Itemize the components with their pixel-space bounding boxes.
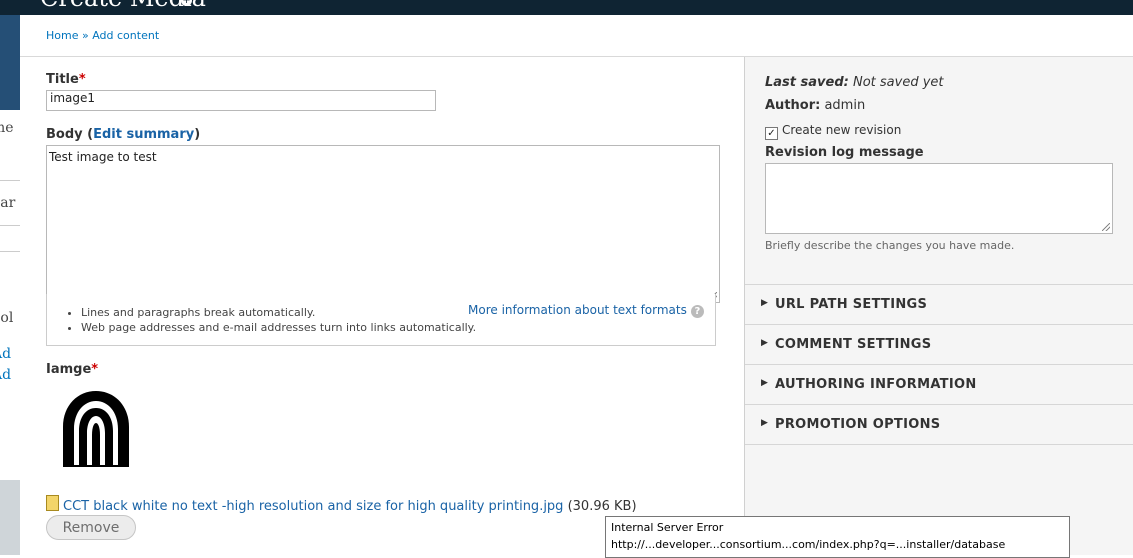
error-tooltip: Internal Server Error http://...develope… [605, 516, 1070, 558]
breadcrumb-home-link[interactable]: Home [46, 29, 78, 42]
section-label: COMMENT SETTINGS [775, 337, 932, 352]
background-divider [0, 225, 20, 226]
triangle-right-icon: ▶ [761, 338, 769, 348]
triangle-right-icon: ▶ [761, 378, 769, 388]
title-label: Title* [46, 72, 86, 87]
format-tips-list: Lines and paragraphs break automatically… [81, 306, 476, 336]
body-text: Test image to test [49, 150, 157, 164]
help-icon[interactable]: ? [690, 305, 704, 318]
toolbar-header: Create Media + [0, 0, 1133, 15]
background-divider [0, 251, 20, 252]
author-label: Author: [765, 98, 821, 113]
file-link[interactable]: CCT black white no text -high resolution… [63, 499, 563, 514]
background-divider [0, 180, 20, 181]
tooltip-url: http://...developer...consortium...com/i… [611, 538, 1006, 551]
section-promotion-options[interactable]: ▶ PROMOTION OPTIONS [745, 404, 1133, 445]
revision-log-textarea[interactable] [765, 163, 1113, 234]
background-text: ear [0, 195, 16, 211]
last-saved: Last saved: Not saved yet [765, 75, 944, 90]
required-marker: * [91, 362, 99, 377]
section-label: AUTHORING INFORMATION [775, 377, 977, 392]
background-text: ool [0, 310, 14, 326]
background-link: Ad [0, 346, 12, 362]
body-label: Body (Edit summary) [46, 127, 200, 142]
image-label: Iamge* [46, 362, 98, 377]
breadcrumb-add-content-link[interactable]: Add content [92, 29, 159, 42]
plus-circle-icon[interactable]: + [181, 0, 192, 6]
image-file-icon [46, 495, 59, 511]
background-link: Ad [0, 367, 12, 383]
background-content [0, 110, 20, 480]
title-input[interactable]: image1 [46, 90, 436, 111]
format-info-link[interactable]: More information about text formats [468, 303, 687, 317]
revision-log-label: Revision log message [765, 145, 924, 160]
create-revision-checkbox[interactable]: ✓ [765, 127, 778, 140]
text-format-tips: Lines and paragraphs break automatically… [46, 294, 716, 346]
sidebar-meta: Last saved: Not saved yet Author: admin … [744, 57, 1133, 555]
body-label-prefix: Body ( [46, 127, 94, 142]
triangle-right-icon: ▶ [761, 418, 769, 428]
format-tip: Web page addresses and e-mail addresses … [81, 321, 476, 334]
section-label: PROMOTION OPTIONS [775, 417, 941, 432]
image-thumbnail [46, 385, 146, 473]
create-revision-label[interactable]: Create new revision [782, 123, 901, 137]
resize-grip-icon[interactable] [1102, 223, 1110, 231]
author-value: admin [824, 98, 866, 113]
required-marker: * [78, 72, 86, 87]
author: Author: admin [765, 98, 865, 113]
title-label-text: Title [46, 72, 79, 87]
image-label-text: Iamge [46, 362, 92, 377]
section-label: URL PATH SETTINGS [775, 297, 928, 312]
tooltip-title: Internal Server Error [611, 521, 724, 534]
file-size: (30.96 KB) [567, 499, 637, 514]
body-label-suffix: ) [194, 127, 201, 142]
body-textarea[interactable]: Test image to test [46, 145, 720, 303]
background-text: me [0, 120, 14, 136]
create-revision-row: ✓ Create new revision [765, 123, 901, 140]
section-url-path-settings[interactable]: ▶ URL PATH SETTINGS [745, 284, 1133, 324]
edit-summary-link[interactable]: Edit summary [93, 127, 194, 142]
background-page: me ear ool Ad Ad [0, 15, 20, 555]
remove-button[interactable]: Remove [46, 515, 136, 540]
triangle-right-icon: ▶ [761, 298, 769, 308]
breadcrumb: Home » Add content [46, 29, 159, 42]
revision-log-hint: Briefly describe the changes you have ma… [765, 239, 1015, 252]
section-comment-settings[interactable]: ▶ COMMENT SETTINGS [745, 324, 1133, 364]
create-media-dialog: Home » Add content Title* image1 Body (E… [20, 15, 1133, 555]
last-saved-value: Not saved yet [852, 75, 944, 90]
breadcrumb-separator: » [81, 29, 89, 42]
format-info-link-wrap: More information about text formats? [468, 303, 704, 318]
format-tip: Lines and paragraphs break automatically… [81, 306, 476, 319]
section-authoring-information[interactable]: ▶ AUTHORING INFORMATION [745, 364, 1133, 404]
file-row: CCT black white no text -high resolution… [46, 495, 637, 514]
background-header [0, 15, 20, 110]
last-saved-label: Last saved: [765, 75, 849, 90]
